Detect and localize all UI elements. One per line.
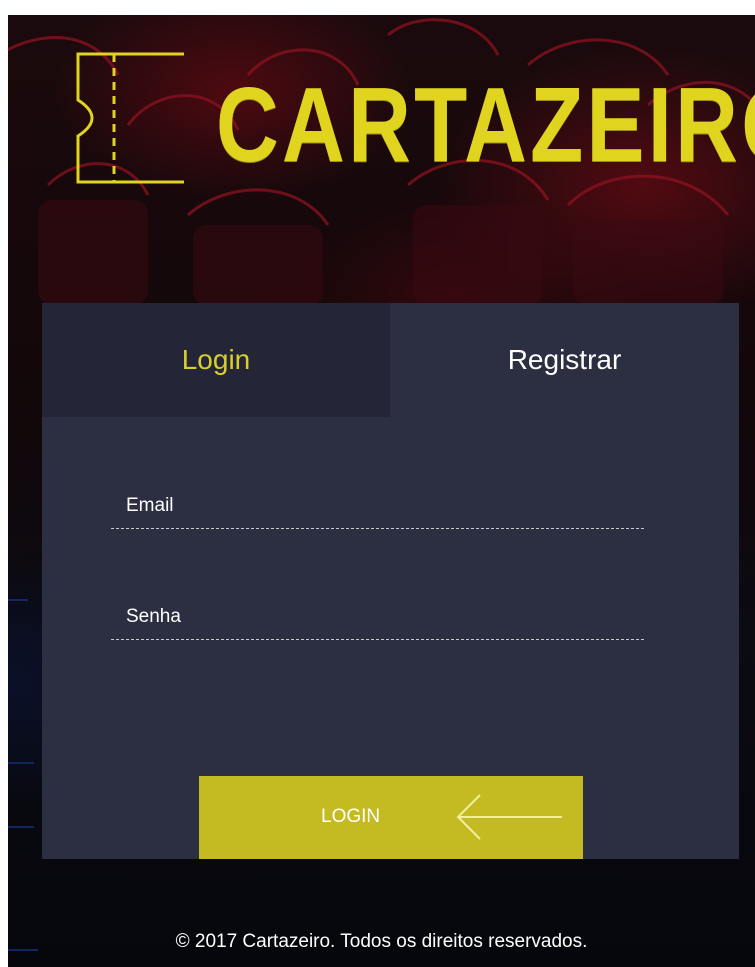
brand-logo: CARTAZEIRO <box>76 52 755 202</box>
auth-tabs: Login Registrar <box>42 303 739 417</box>
login-button-label: LOGIN <box>321 806 381 827</box>
login-button[interactable]: LOGIN <box>199 776 583 859</box>
email-input[interactable] <box>111 484 644 528</box>
brand-name: CARTAZEIRO <box>216 66 755 184</box>
tab-registrar[interactable]: Registrar <box>390 303 739 417</box>
ticket-icon <box>76 52 184 184</box>
senha-field-wrapper <box>111 595 644 640</box>
email-field-wrapper <box>111 484 644 529</box>
tab-registrar-label: Registrar <box>507 344 622 375</box>
tab-login[interactable]: Login <box>42 303 390 417</box>
footer-copyright: © 2017 Cartazeiro. Todos os direitos res… <box>175 931 588 952</box>
auth-card: Login Registrar LOGIN <box>42 303 739 859</box>
tab-login-label: Login <box>181 344 251 375</box>
arrow-left-icon <box>456 794 562 840</box>
senha-input[interactable] <box>111 595 644 639</box>
cinema-background: CARTAZEIRO Login Registrar LOGIN © 2017 … <box>8 15 755 967</box>
